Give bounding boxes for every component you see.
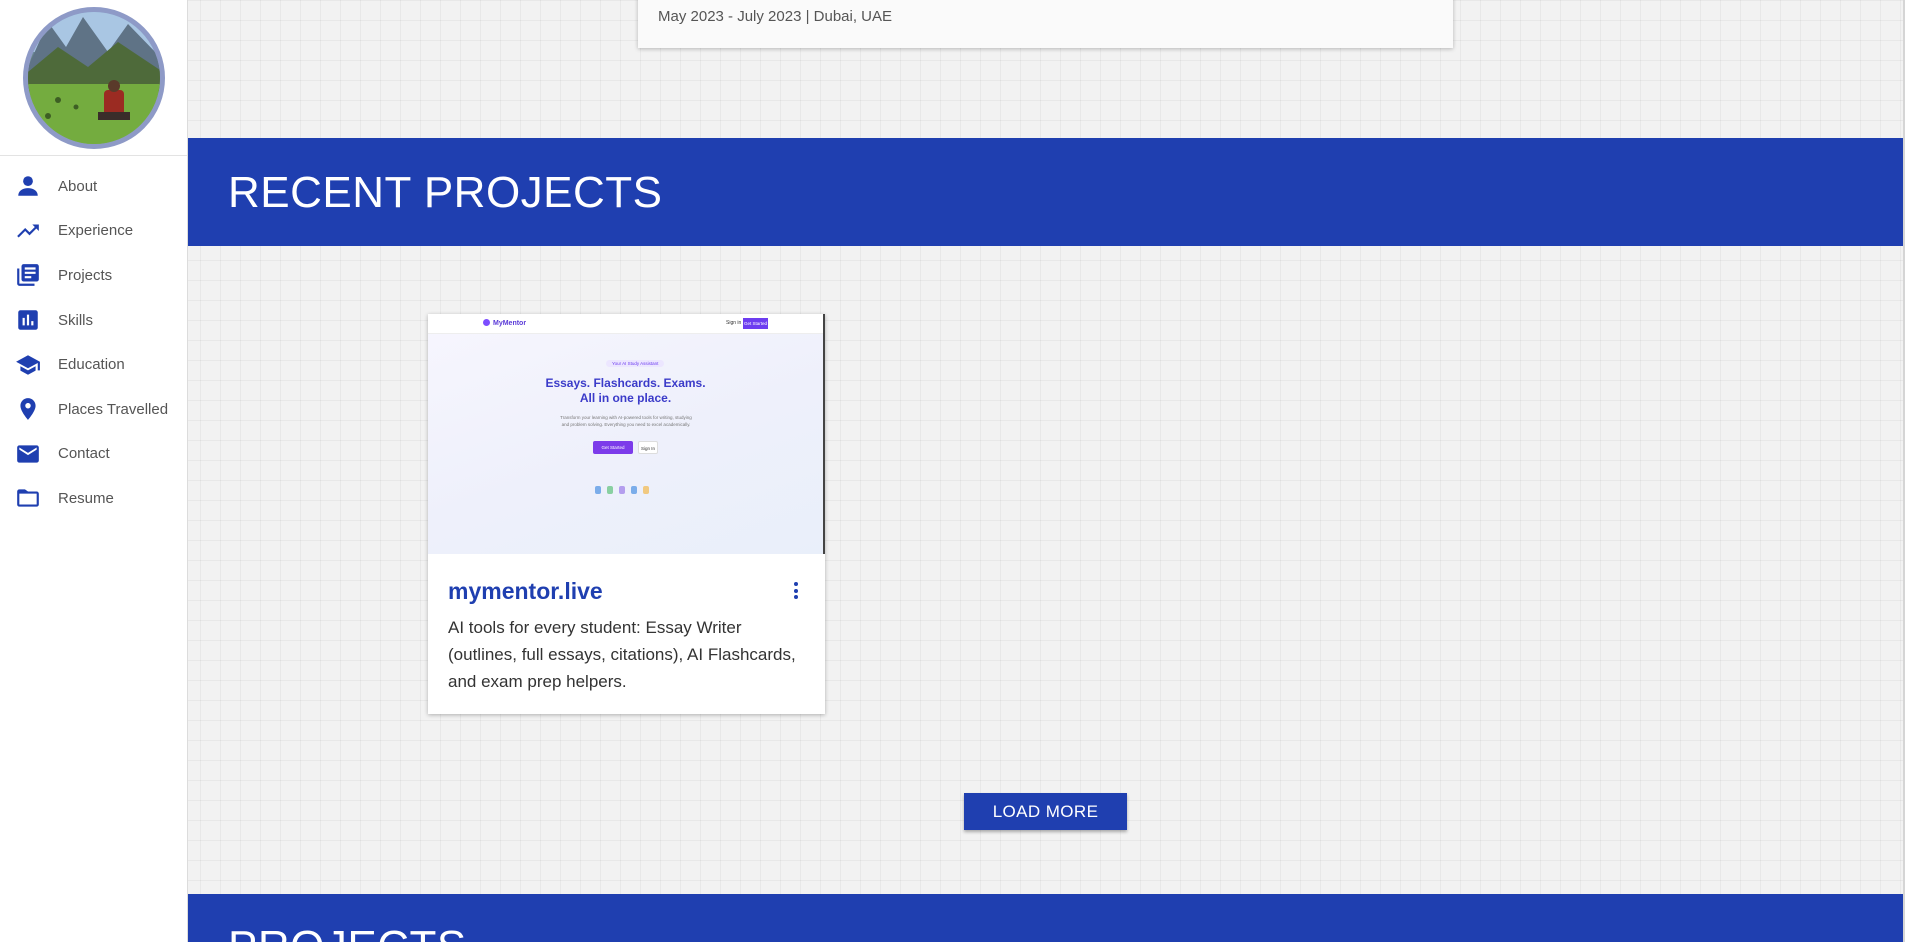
- sidebar-item-education[interactable]: Education: [0, 342, 187, 387]
- sidebar-nav: About Experience Projects Skills Educati…: [0, 156, 187, 521]
- avatar-landscape-image: [27, 11, 160, 144]
- sidebar-item-label: Contact: [58, 445, 110, 463]
- preview-cta-secondary: Sign In: [638, 441, 658, 454]
- sidebar-item-label: Places Travelled: [58, 400, 169, 418]
- projects-header: PROJECTS: [188, 894, 1905, 942]
- project-preview-image[interactable]: MyMentor Sign in Get Started Your AI Stu…: [428, 314, 825, 554]
- sidebar-item-resume[interactable]: Resume: [0, 476, 187, 521]
- project-title[interactable]: mymentor.live: [448, 578, 603, 605]
- experience-card: May 2023 - July 2023 | Dubai, UAE: [638, 0, 1453, 48]
- section-title: PROJECTS: [228, 922, 467, 942]
- sidebar-item-experience[interactable]: Experience: [0, 209, 187, 254]
- sidebar-item-label: Resume: [58, 489, 114, 507]
- preview-get-started: Get Started: [743, 318, 768, 329]
- preview-feature-icon: [619, 486, 625, 494]
- bar-chart-icon: [14, 306, 42, 334]
- experience-date-location: May 2023 - July 2023 | Dubai, UAE: [658, 8, 893, 25]
- sidebar: About Experience Projects Skills Educati…: [0, 0, 188, 942]
- mail-icon: [14, 440, 42, 468]
- preview-headline: Essays. Flashcards. Exams. All in one pl…: [428, 376, 823, 406]
- preview-logo: MyMentor: [483, 319, 526, 327]
- preview-feature-icons: [595, 486, 649, 494]
- sidebar-item-contact[interactable]: Contact: [0, 432, 187, 477]
- location-pin-icon: [14, 395, 42, 423]
- more-vert-icon[interactable]: [793, 582, 799, 602]
- sidebar-item-skills[interactable]: Skills: [0, 298, 187, 343]
- preview-feature-icon: [595, 486, 601, 494]
- project-description: AI tools for every student: Essay Writer…: [448, 618, 796, 691]
- preview-feature-icon: [631, 486, 637, 494]
- load-more-button[interactable]: LOAD MORE: [964, 793, 1127, 830]
- section-title: RECENT PROJECTS: [228, 168, 663, 217]
- sidebar-item-projects[interactable]: Projects: [0, 253, 187, 298]
- sidebar-item-places-travelled[interactable]: Places Travelled: [0, 387, 187, 432]
- preview-navbar: MyMentor Sign in Get Started: [428, 314, 823, 334]
- avatar-container: [0, 0, 187, 156]
- project-card[interactable]: MyMentor Sign in Get Started Your AI Stu…: [428, 314, 825, 714]
- avatar: [22, 6, 165, 149]
- sidebar-item-about[interactable]: About: [0, 164, 187, 209]
- sidebar-item-label: About: [58, 177, 98, 195]
- preview-cta-primary: Get Started: [593, 441, 633, 454]
- library-books-icon: [14, 261, 42, 289]
- preview-headline-line-1: Essays. Flashcards. Exams.: [545, 376, 706, 390]
- folder-icon: [14, 484, 42, 512]
- preview-headline-line-2: All in one place.: [579, 391, 672, 405]
- preview-feature-icon: [607, 486, 613, 494]
- sidebar-item-label: Experience: [58, 222, 134, 240]
- preview-pill: Your AI Study Assistant: [606, 360, 665, 367]
- preview-signin: Sign in: [726, 320, 742, 326]
- preview-subtext: Transform your learning with AI-powered …: [560, 415, 692, 427]
- recent-projects-header: RECENT PROJECTS: [188, 138, 1905, 246]
- preview-feature-icon: [643, 486, 649, 494]
- sidebar-item-label: Skills: [58, 311, 94, 329]
- sidebar-item-label: Projects: [58, 266, 113, 284]
- sidebar-item-label: Education: [58, 356, 125, 374]
- school-icon: [14, 351, 42, 379]
- trending-up-icon: [14, 217, 42, 245]
- person-icon: [14, 172, 42, 200]
